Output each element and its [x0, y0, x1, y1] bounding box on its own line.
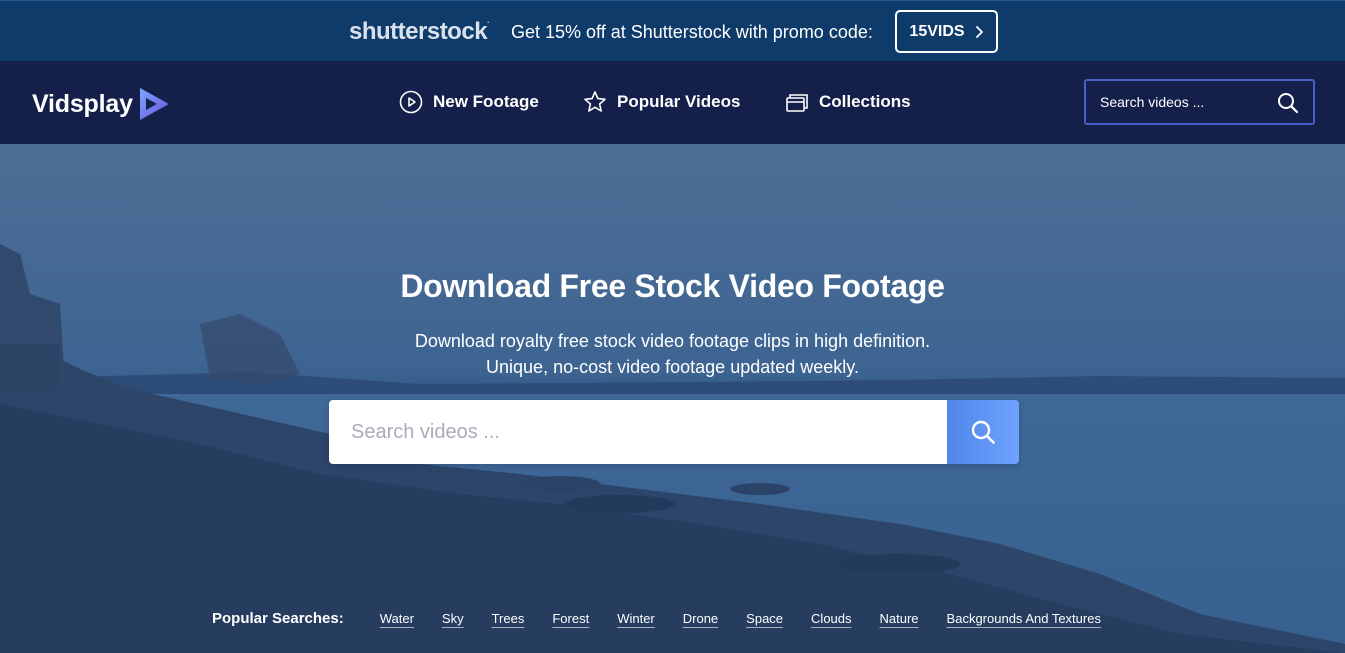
- popular-searches-label: Popular Searches:: [212, 610, 344, 627]
- nav-popular-videos-label: Popular Videos: [617, 92, 741, 111]
- search-icon: [971, 420, 995, 444]
- promo-text: Get 15% off at Shutterstock with promo c…: [511, 22, 873, 42]
- promo-code-label: 15VIDS: [909, 22, 965, 40]
- popular-tag-water[interactable]: Water: [380, 611, 414, 626]
- promo-code-button[interactable]: 15VIDS: [895, 10, 998, 53]
- hero-search-input[interactable]: [329, 400, 947, 464]
- play-logo-icon: [137, 86, 171, 122]
- popular-tag-space[interactable]: Space: [746, 611, 783, 626]
- hero-section: Download Free Stock Video Footage Downlo…: [0, 144, 1345, 653]
- nav-new-footage[interactable]: New Footage: [399, 90, 539, 114]
- hero-title: Download Free Stock Video Footage: [400, 268, 945, 304]
- hero-search-button[interactable]: [947, 400, 1019, 464]
- play-circle-icon: [399, 90, 423, 114]
- nav-search-box: [1084, 79, 1315, 125]
- popular-tag-winter[interactable]: Winter: [617, 611, 655, 626]
- popular-tag-trees[interactable]: Trees: [492, 611, 525, 626]
- nav-popular-videos[interactable]: Popular Videos: [583, 90, 740, 114]
- nav-search-input[interactable]: [1100, 94, 1270, 110]
- main-nav: Vidsplay New Footage Popular Videos Coll…: [0, 61, 1345, 144]
- star-icon: [584, 91, 606, 112]
- nav-new-footage-label: New Footage: [433, 92, 539, 111]
- brand-name: Vidsplay: [32, 89, 133, 118]
- collections-icon: [786, 94, 808, 112]
- popular-tag-forest[interactable]: Forest: [552, 611, 589, 626]
- nav-collections-label: Collections: [819, 92, 911, 111]
- popular-tag-clouds[interactable]: Clouds: [811, 611, 851, 626]
- hero-subtitle: Download royalty free stock video footag…: [0, 328, 1345, 380]
- search-icon[interactable]: [1277, 92, 1299, 114]
- chevron-right-icon: [975, 25, 983, 38]
- shutterstock-logo[interactable]: shutterstock·: [349, 18, 490, 46]
- hero-background-image: [0, 144, 1345, 653]
- popular-tag-sky[interactable]: Sky: [442, 611, 464, 626]
- nav-collections[interactable]: Collections: [785, 90, 911, 114]
- promo-bar: shutterstock· Get 15% off at Shutterstoc…: [0, 0, 1345, 61]
- popular-tag-nature[interactable]: Nature: [880, 611, 919, 626]
- popular-tag-backgrounds-and-textures[interactable]: Backgrounds And Textures: [947, 611, 1101, 626]
- hero-search-box: [329, 400, 1019, 464]
- hero-subtitle-line1: Download royalty free stock video footag…: [414, 331, 931, 351]
- popular-tag-drone[interactable]: Drone: [683, 611, 718, 626]
- brand-logo[interactable]: Vidsplay: [32, 86, 171, 122]
- popular-searches: Popular Searches: Water Sky Trees Forest…: [212, 610, 1101, 627]
- hero-subtitle-line2: Unique, no-cost video footage updated we…: [486, 357, 859, 377]
